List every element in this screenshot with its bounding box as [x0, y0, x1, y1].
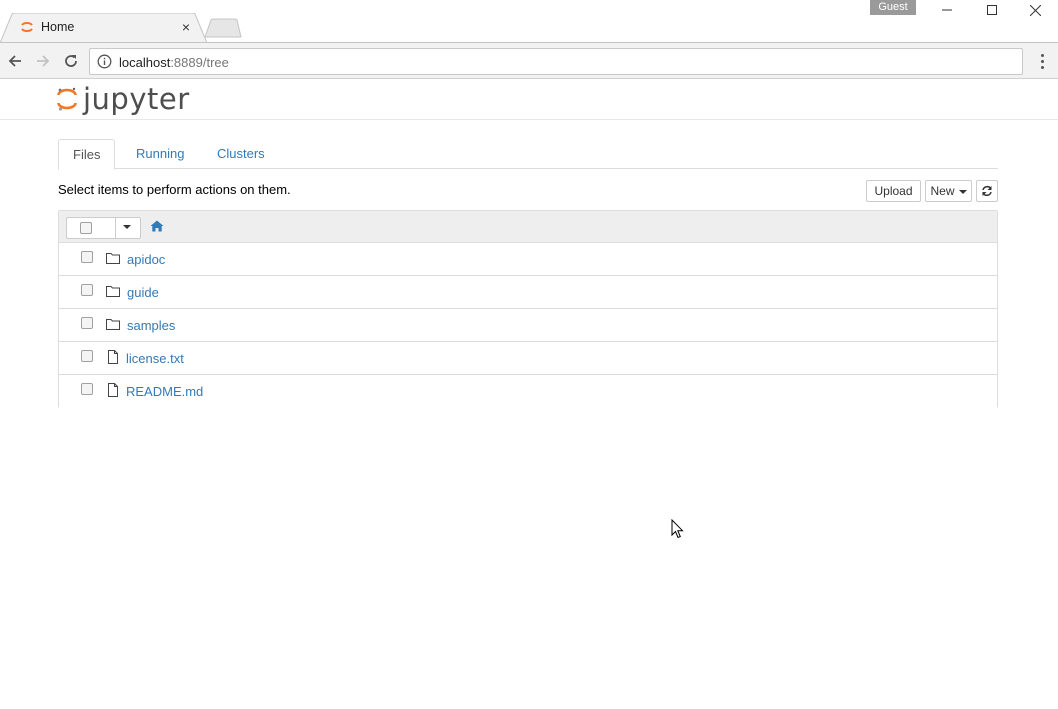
tab-files[interactable]: Files [58, 139, 116, 170]
url-text[interactable]: localhost:8889/tree [119, 55, 229, 70]
item-name-link[interactable]: license.txt [126, 351, 184, 366]
chevron-down-icon[interactable] [123, 225, 131, 229]
folder-icon [106, 286, 120, 297]
select-all-checkbox[interactable] [80, 222, 92, 234]
home-icon[interactable] [150, 220, 164, 232]
maximize-button[interactable] [969, 0, 1014, 20]
forward-arrow-icon [37, 55, 50, 67]
maximize-icon [986, 5, 997, 15]
list-item[interactable]: README.md [59, 375, 997, 408]
chevron-down-icon [958, 190, 967, 194]
folder-icon [106, 319, 120, 330]
item-checkbox[interactable] [81, 251, 93, 263]
list-item[interactable]: license.txt [59, 342, 997, 375]
back-button[interactable] [5, 51, 25, 71]
address-bar[interactable]: localhost:8889/tree [89, 48, 1023, 75]
dashboard-tabs: Files Running Clusters [58, 139, 998, 170]
select-all-group[interactable] [66, 217, 141, 239]
url-host: localhost [119, 55, 171, 70]
jupyter-logo[interactable]: jupyter [57, 82, 190, 116]
minimize-icon [941, 9, 952, 11]
item-checkbox[interactable] [81, 383, 93, 395]
upload-button[interactable]: Upload [866, 180, 921, 202]
jupyter-favicon-icon [21, 22, 33, 32]
browser-menu-icon[interactable] [1033, 51, 1051, 71]
file-list-header [59, 211, 997, 243]
item-checkbox[interactable] [81, 317, 93, 329]
jupyter-logo-icon [57, 87, 77, 111]
item-name-link[interactable]: samples [127, 318, 175, 333]
item-checkbox[interactable] [81, 284, 93, 296]
mouse-cursor-icon [671, 519, 684, 539]
refresh-button[interactable] [976, 180, 998, 202]
item-name-link[interactable]: guide [127, 285, 159, 300]
item-name-link[interactable]: README.md [126, 384, 203, 399]
tab-running[interactable]: Running [122, 139, 198, 169]
new-tab-button[interactable] [204, 18, 242, 38]
browser-titlebar: Home × Guest [0, 0, 1058, 43]
list-item[interactable]: samples [59, 309, 997, 342]
instructions-text: Select items to perform actions on them. [58, 182, 291, 197]
item-checkbox[interactable] [81, 350, 93, 362]
info-icon[interactable] [97, 54, 112, 69]
item-name-link[interactable]: apidoc [127, 252, 165, 267]
profile-badge[interactable]: Guest [870, 0, 916, 15]
new-button[interactable]: New [925, 180, 972, 202]
jupyter-header: jupyter [0, 79, 1058, 120]
tab-clusters[interactable]: Clusters [203, 139, 279, 169]
close-window-button[interactable] [1013, 0, 1058, 20]
file-icon [108, 383, 118, 397]
list-item[interactable]: guide [59, 276, 997, 309]
button-divider [115, 218, 116, 238]
refresh-icon [982, 185, 992, 197]
browser-toolbar: localhost:8889/tree [0, 42, 1058, 79]
minimize-button[interactable] [924, 0, 969, 20]
tab-title: Home [41, 20, 75, 34]
new-button-label: New [930, 184, 955, 198]
file-list: apidoc guide samples license.txt README.… [58, 210, 998, 408]
forward-button[interactable] [33, 51, 53, 71]
back-arrow-icon [8, 55, 21, 67]
folder-icon [106, 253, 120, 264]
jupyter-logo-text: jupyter [83, 82, 190, 116]
tab-close-icon[interactable]: × [179, 19, 193, 35]
list-item[interactable]: apidoc [59, 243, 997, 276]
reload-button[interactable] [61, 51, 81, 71]
reload-icon [65, 55, 77, 67]
url-path: :8889/tree [170, 55, 229, 70]
close-icon [1030, 4, 1041, 16]
file-icon [108, 350, 118, 364]
